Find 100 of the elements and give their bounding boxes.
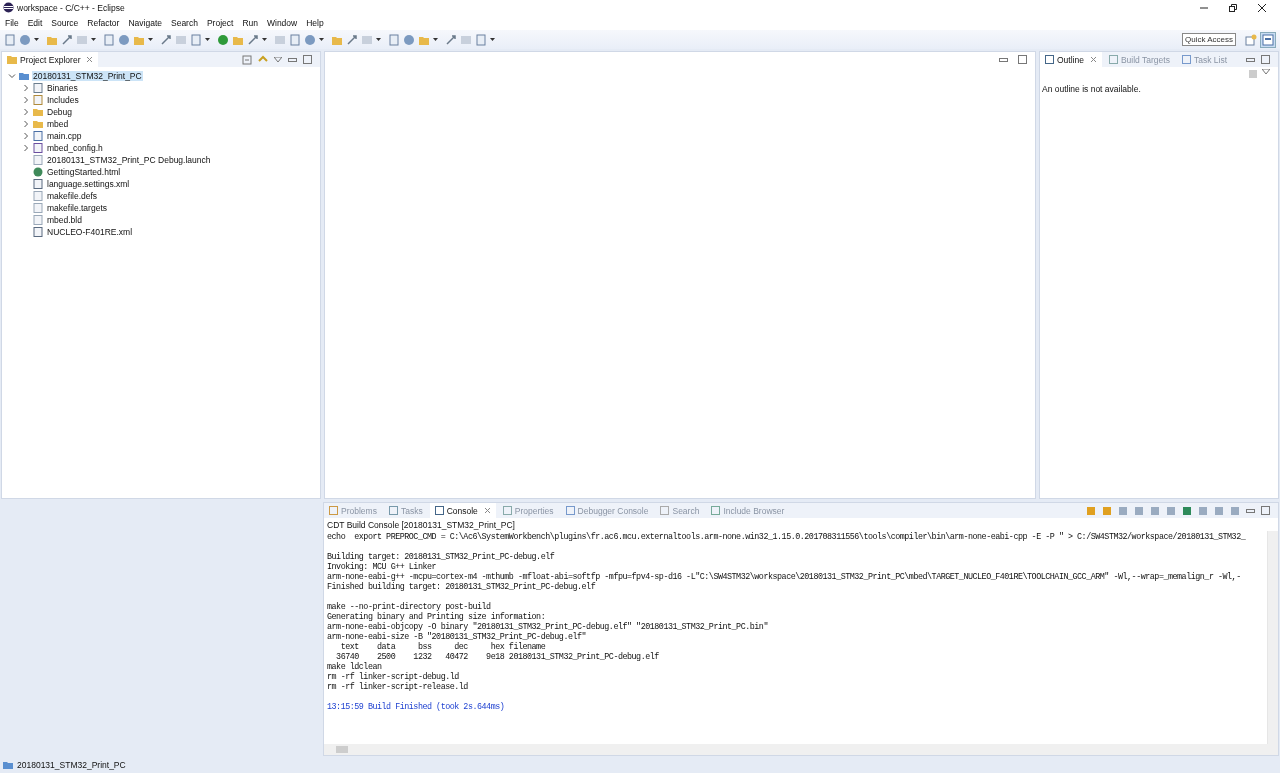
chevron-right-icon[interactable] [22, 144, 30, 152]
toolbar-icon[interactable] [346, 33, 358, 46]
chevron-right-icon[interactable] [22, 96, 30, 104]
tree-item[interactable]: 20180131_STM32_Print_PC [32, 71, 143, 81]
toolbar-icon[interactable] [118, 33, 130, 46]
console-line: Invoking: MCU G++ Linker [327, 562, 438, 572]
tree-item[interactable]: Includes [46, 95, 80, 105]
view-menu-icon[interactable] [274, 56, 282, 63]
caret-icon[interactable] [319, 38, 324, 41]
tree-item[interactable]: makefile.targets [46, 203, 108, 213]
menu-item[interactable]: Navigate [128, 17, 162, 28]
caret-icon[interactable] [433, 38, 438, 41]
quick-access-field[interactable]: Quick Access [1182, 33, 1236, 46]
console-line: echo export PREPROC_CMD = C:\Ac6\SystemWorkbench\plugins\fr.ac6.mcu.externaltools.arm-none.win32_1.15.0.201708311556\tools\compiler\bin\arm-none-eabi-cpp -E -P " > C:/SW4STM32/workspace/20180131_STM32_ [327, 532, 1247, 542]
console-line: arm-none-eabi-g++ -mcpu=cortex-m4 -mthumb -mfloat-abi=softfp -mfpu=fpv4-sp-d16 -L"C:\SW4STM32\workspace\20180131_STM32_Print_PC\mbed\TARGET_NUCLEO_F401RE\TOOLCHAIN_GCC_ARM" -Wl,--wrap=_memalign_r -Wl,- [327, 572, 1242, 582]
console-line: text data bss dec hex filename [339, 642, 547, 652]
minimize-icon[interactable] [1246, 57, 1255, 62]
chevron-right-icon[interactable] [22, 84, 30, 92]
caret-icon[interactable] [91, 38, 96, 41]
cpp-perspective-icon[interactable] [1260, 31, 1276, 48]
tree-item[interactable]: mbed.bld [46, 215, 83, 225]
chevron-down-icon[interactable] [8, 72, 16, 80]
tree-item[interactable]: main.cpp [46, 131, 83, 141]
menu-item[interactable]: Edit [27, 17, 43, 28]
caret-icon[interactable] [262, 38, 267, 41]
toolbar-icon[interactable] [217, 33, 229, 46]
console-tool-icon[interactable] [1118, 505, 1128, 516]
tab-icon [1108, 55, 1118, 64]
toolbar-icon[interactable] [289, 33, 301, 46]
menu-item[interactable]: Run [242, 17, 258, 28]
menu-item[interactable]: Project [206, 17, 234, 28]
tree-item[interactable]: NUCLEO-F401RE.xml [46, 227, 134, 237]
tab-icon [1181, 55, 1191, 64]
caret-icon[interactable] [148, 38, 153, 41]
maximize-icon[interactable] [303, 55, 312, 64]
chevron-right-icon[interactable] [22, 120, 30, 128]
tab-icon [1045, 55, 1054, 64]
toolbar-icon[interactable] [403, 33, 415, 46]
toolbar-icon[interactable] [247, 33, 259, 46]
tree-item[interactable]: makefile.defs [46, 191, 99, 201]
console-tool-icon[interactable] [1182, 505, 1192, 516]
console-tool-icon[interactable] [1166, 505, 1176, 516]
perspective-icon[interactable] [1245, 33, 1257, 46]
window-title: workspace - C/C++ - Eclipse [17, 2, 125, 13]
console-tool-icon[interactable] [1102, 505, 1112, 516]
view-tab[interactable]: Project Explorer [2, 52, 99, 67]
tree-item[interactable]: mbed_config.h [46, 143, 104, 153]
toolbar-icon[interactable] [160, 33, 172, 46]
toolbar-icon[interactable] [4, 33, 16, 46]
view-menu-icon[interactable] [1262, 69, 1270, 75]
minimize-icon[interactable] [999, 57, 1008, 62]
toolbar-icon[interactable] [61, 33, 73, 46]
menu-item[interactable]: File [5, 17, 19, 28]
tree-item[interactable]: mbed [46, 119, 70, 129]
globe-icon [33, 167, 43, 177]
minimize-icon[interactable] [1246, 508, 1255, 513]
menu-item[interactable]: Source [51, 17, 79, 28]
tree-item[interactable]: 20180131_STM32_Print_PC Debug.launch [46, 155, 212, 165]
horizontal-scrollbar[interactable] [324, 744, 1278, 755]
caret-icon[interactable] [205, 38, 210, 41]
restore-icon[interactable] [1228, 2, 1238, 13]
console-tool-icon[interactable] [1086, 505, 1096, 516]
minimize-icon[interactable] [288, 57, 297, 62]
console-tool-icon[interactable] [1198, 505, 1208, 516]
toolbar-icon[interactable] [103, 33, 115, 46]
status-text: 20180131_STM32_Print_PC [17, 759, 126, 770]
menu-item[interactable]: Window [267, 17, 298, 28]
tab-icon [329, 506, 338, 515]
chevron-right-icon[interactable] [22, 108, 30, 116]
toolbar-icon[interactable] [445, 33, 457, 46]
maximize-icon[interactable] [1261, 506, 1270, 515]
project-icon [3, 759, 13, 770]
caret-icon[interactable] [34, 38, 39, 41]
tree-item[interactable]: Debug [46, 107, 74, 117]
tree-item[interactable]: language.settings.xml [46, 179, 131, 189]
console-tool-icon[interactable] [1150, 505, 1160, 516]
console-line: arm-none-eabi-objcopy -O binary "20180131_STM32_Print_PC-debug.elf" "20180131_STM32_Print_PC.bin" [327, 622, 769, 632]
menu-item[interactable]: Help [306, 17, 324, 28]
toolbar-icon[interactable] [388, 33, 400, 46]
view-tab[interactable]: Outline [1040, 52, 1102, 67]
caret-icon[interactable] [376, 38, 381, 41]
console-tool-icon[interactable] [1230, 505, 1240, 516]
chevron-right-icon[interactable] [22, 132, 30, 140]
vertical-scrollbar[interactable] [1267, 531, 1278, 744]
close-icon[interactable] [1257, 2, 1267, 13]
menu-item[interactable]: Refactor [87, 17, 120, 28]
menu-item[interactable]: Search [171, 17, 198, 28]
collapse-all-icon[interactable] [242, 54, 252, 65]
maximize-icon[interactable] [1261, 55, 1270, 64]
view-tab[interactable]: Console [429, 503, 496, 518]
tree-item[interactable]: GettingStarted.html [46, 167, 122, 177]
maximize-icon[interactable] [1018, 55, 1027, 64]
console-line: rm -rf linker-script-release.ld [327, 682, 469, 692]
tree-item[interactable]: Binaries [46, 83, 79, 93]
console-tool-icon[interactable] [1214, 505, 1224, 516]
console-title: CDT Build Console [20180131_STM32_Print_PC] [326, 519, 516, 531]
outline-message: An outline is not available. [1041, 83, 1142, 96]
console-tool-icon[interactable] [1134, 505, 1144, 516]
caret-icon[interactable] [490, 38, 495, 41]
console-line: make --no-print-directory post-build [327, 602, 492, 612]
